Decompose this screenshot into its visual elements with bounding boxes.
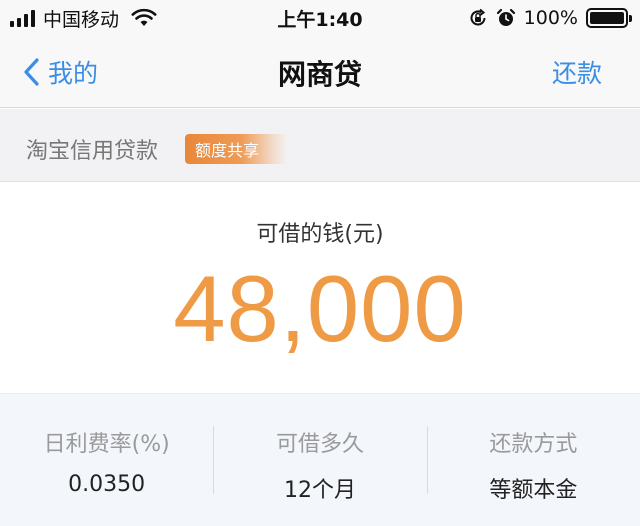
loan-info-row: 日利费率(%) 0.0350 可借多久 12个月 还款方式 等额本金 [0,393,640,526]
page-title: 网商贷 [277,58,362,91]
info-item-term: 可借多久 12个月 [213,394,426,526]
navigation-bar: 我的 网商贷 还款 [0,36,640,108]
product-strip: 淘宝信用贷款 额度共享 [0,109,640,182]
info-value: 等额本金 [489,478,578,503]
amount-label: 可借的钱(元) [256,222,384,247]
status-bar-right: 100% [468,6,632,30]
info-value: 12个月 [283,478,356,503]
info-label: 可借多久 [275,432,364,457]
battery-nub [629,15,632,22]
status-bar: 中国移动 上午1:40 100% [0,0,640,36]
product-name: 淘宝信用贷款 [26,139,159,164]
battery-fill [590,12,624,24]
amount-value: 48,000 [173,256,467,361]
quota-shared-badge: 额度共享 [185,134,287,164]
info-item-daily-rate: 日利费率(%) 0.0350 [0,394,213,526]
alarm-icon [496,8,515,26]
repay-button[interactable]: 还款 [552,54,602,90]
info-label: 日利费率(%) [43,432,170,457]
orientation-lock-icon [470,8,486,26]
amount-section: 可借的钱(元) 48,000 [0,183,640,393]
info-label: 还款方式 [489,432,578,457]
info-value: 0.0350 [68,472,146,497]
battery-icon [586,8,632,28]
info-item-repayment-method: 还款方式 等额本金 [426,394,640,526]
battery-percentage: 100% [523,7,578,29]
